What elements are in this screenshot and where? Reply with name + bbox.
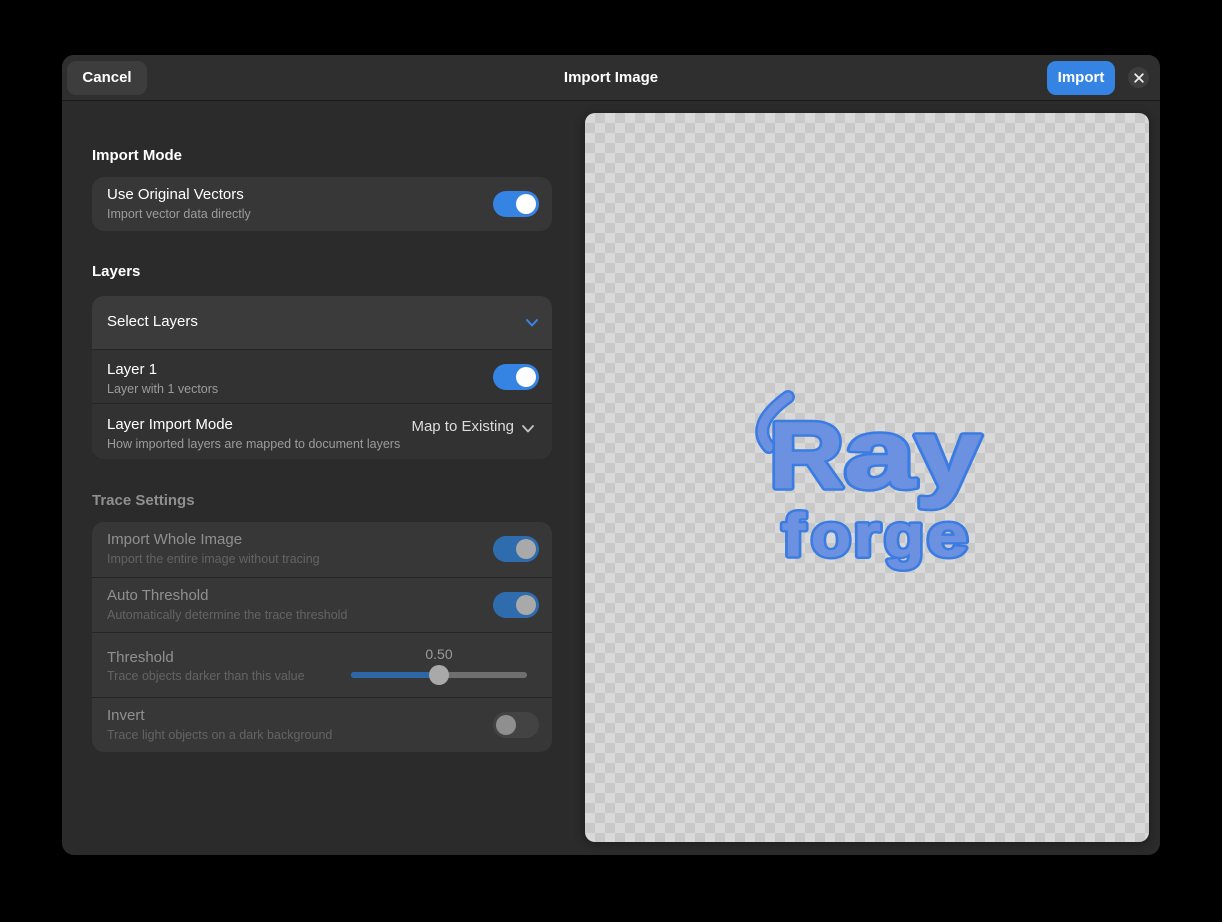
svg-text:e: e: [927, 502, 968, 569]
svg-text:f: f: [782, 502, 806, 569]
svg-text:o: o: [811, 502, 851, 569]
svg-text:y: y: [915, 399, 981, 509]
svg-text:a: a: [844, 399, 917, 509]
svg-text:R: R: [769, 403, 844, 508]
svg-text:g: g: [884, 502, 924, 569]
svg-text:r: r: [854, 502, 881, 569]
